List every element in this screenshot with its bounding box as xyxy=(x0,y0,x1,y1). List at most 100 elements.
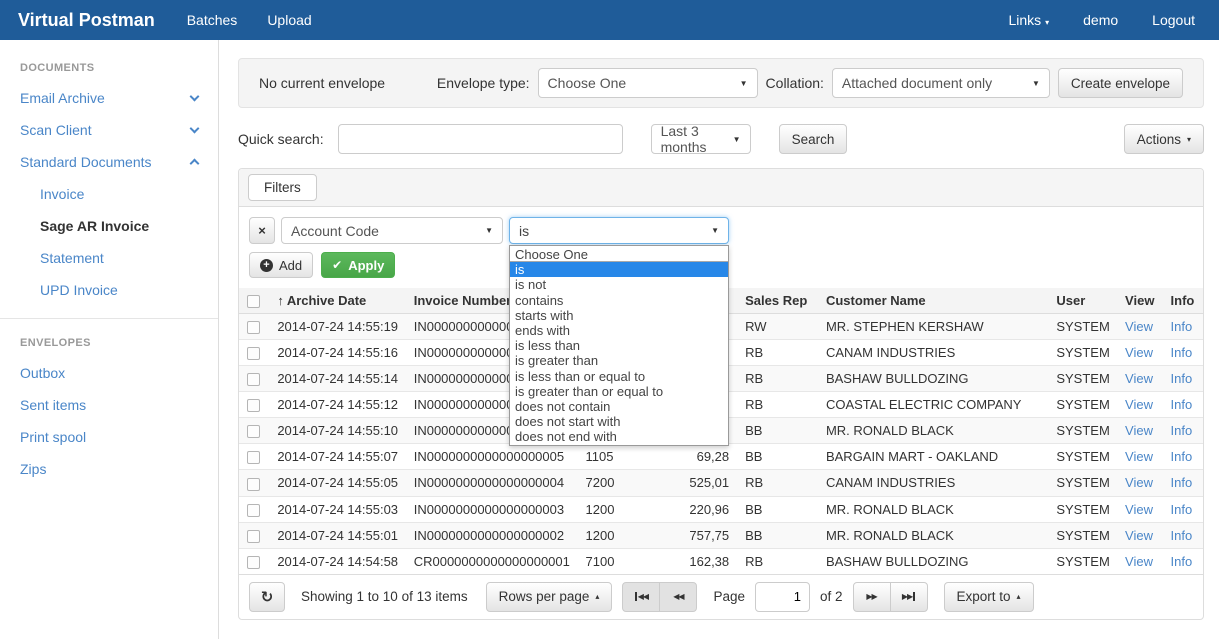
operator-option[interactable]: does not start with xyxy=(510,414,728,429)
cell-total: 525,01 xyxy=(658,470,737,496)
info-link[interactable]: Info xyxy=(1171,371,1193,386)
last-page-button[interactable]: ▶▶ xyxy=(890,582,928,612)
view-link[interactable]: View xyxy=(1125,371,1153,386)
operator-option[interactable]: is less than or equal to xyxy=(510,369,728,384)
row-checkbox[interactable] xyxy=(247,321,260,334)
sidebar-item-standard-documents[interactable]: Standard Documents xyxy=(0,146,218,178)
actions-button[interactable]: Actions ▾ xyxy=(1124,124,1204,154)
row-checkbox[interactable] xyxy=(247,373,260,386)
info-link[interactable]: Info xyxy=(1171,475,1193,490)
row-checkbox[interactable] xyxy=(247,556,260,569)
envelope-type-select[interactable]: Choose One ▼ xyxy=(538,68,758,98)
nav-links-dropdown[interactable]: Links▾ xyxy=(1008,12,1049,28)
operator-option-selected[interactable]: is xyxy=(510,262,728,277)
row-checkbox[interactable] xyxy=(247,504,260,517)
cell-total: 757,75 xyxy=(658,522,737,548)
info-link[interactable]: Info xyxy=(1171,345,1193,360)
sidebar-item-sent-items[interactable]: Sent items xyxy=(0,389,218,421)
period-select[interactable]: Last 3 months ▼ xyxy=(651,124,751,154)
apply-filter-button[interactable]: ✔ Apply xyxy=(321,252,395,278)
operator-option[interactable]: is greater than or equal to xyxy=(510,384,728,399)
row-checkbox[interactable] xyxy=(247,425,260,438)
filters-toggle-button[interactable]: Filters xyxy=(248,174,317,201)
results-panel: Filters × Account Code ▼ is ▼ xyxy=(238,168,1204,620)
info-link[interactable]: Info xyxy=(1171,502,1193,517)
operator-option[interactable]: does not contain xyxy=(510,399,728,414)
rows-per-page-button[interactable]: Rows per page ▴ xyxy=(486,582,613,612)
row-checkbox[interactable] xyxy=(247,399,260,412)
row-checkbox[interactable] xyxy=(247,530,260,543)
add-filter-button[interactable]: + Add xyxy=(249,252,313,278)
row-checkbox[interactable] xyxy=(247,478,260,491)
filter-field-select[interactable]: Account Code ▼ xyxy=(281,217,503,244)
collation-select[interactable]: Attached document only ▼ xyxy=(832,68,1050,98)
sidebar-item-zips[interactable]: Zips xyxy=(0,453,218,485)
create-envelope-button[interactable]: Create envelope xyxy=(1058,68,1183,98)
column-sales-rep[interactable]: Sales Rep xyxy=(737,288,818,314)
operator-option[interactable]: is less than xyxy=(510,338,728,353)
view-link[interactable]: View xyxy=(1125,319,1153,334)
operator-option[interactable]: does not end with xyxy=(510,429,728,444)
operator-option[interactable]: ends with xyxy=(510,323,728,338)
info-link[interactable]: Info xyxy=(1171,554,1193,569)
operator-option[interactable]: Choose One xyxy=(510,247,728,262)
view-link[interactable]: View xyxy=(1125,397,1153,412)
envelope-status: No current envelope xyxy=(259,75,385,91)
view-link[interactable]: View xyxy=(1125,423,1153,438)
column-customer-name[interactable]: Customer Name xyxy=(818,288,1048,314)
remove-filter-button[interactable]: × xyxy=(249,217,275,244)
column-label: Archive Date xyxy=(287,293,366,308)
info-link[interactable]: Info xyxy=(1171,449,1193,464)
filter-operator-select[interactable]: is ▼ xyxy=(509,217,729,244)
operator-option[interactable]: is greater than xyxy=(510,353,728,368)
row-checkbox[interactable] xyxy=(247,347,260,360)
prev-page-button[interactable]: ◀◀ xyxy=(659,582,697,612)
row-checkbox[interactable] xyxy=(247,451,260,464)
search-button[interactable]: Search xyxy=(779,124,848,154)
column-user[interactable]: User xyxy=(1048,288,1117,314)
sidebar-item-email-archive[interactable]: Email Archive xyxy=(0,82,218,114)
sidebar-item-scan-client[interactable]: Scan Client xyxy=(0,114,218,146)
cell-archive-date: 2014-07-24 14:54:58 xyxy=(269,548,405,574)
operator-option[interactable]: starts with xyxy=(510,308,728,323)
view-link[interactable]: View xyxy=(1125,528,1153,543)
view-link[interactable]: View xyxy=(1125,449,1153,464)
nav-logout[interactable]: Logout xyxy=(1152,12,1195,28)
sidebar-item-print-spool[interactable]: Print spool xyxy=(0,421,218,453)
column-info: Info xyxy=(1163,288,1203,314)
refresh-button[interactable]: ↻ xyxy=(249,582,285,612)
sidebar-item-upd-invoice[interactable]: UPD Invoice xyxy=(0,274,218,306)
operator-option[interactable]: contains xyxy=(510,293,728,308)
view-link[interactable]: View xyxy=(1125,345,1153,360)
sidebar-divider xyxy=(0,318,218,319)
info-link[interactable]: Info xyxy=(1171,397,1193,412)
operator-option[interactable]: is not xyxy=(510,277,728,292)
prev-page-icon: ◀◀ xyxy=(673,592,683,601)
sidebar-item-statement[interactable]: Statement xyxy=(0,242,218,274)
next-page-button[interactable]: ▶▶ xyxy=(853,582,891,612)
filter-field-value: Account Code xyxy=(291,223,379,239)
page-number-input[interactable] xyxy=(755,582,810,612)
first-page-icon: ◀◀ xyxy=(635,592,648,601)
filter-form: × Account Code ▼ is ▼ Choose One is xyxy=(239,207,1203,288)
cell-user: SYSTEM xyxy=(1048,314,1117,340)
quick-search-input[interactable] xyxy=(338,124,623,154)
info-link[interactable]: Info xyxy=(1171,528,1193,543)
info-link[interactable]: Info xyxy=(1171,423,1193,438)
close-icon: × xyxy=(258,223,266,238)
info-link[interactable]: Info xyxy=(1171,319,1193,334)
sidebar-item-invoice[interactable]: Invoice xyxy=(0,178,218,210)
sidebar-item-sage-ar-invoice[interactable]: Sage AR Invoice xyxy=(0,210,218,242)
column-archive-date[interactable]: ↑Archive Date xyxy=(269,288,405,314)
nav-batches[interactable]: Batches xyxy=(187,12,238,28)
select-all-checkbox[interactable] xyxy=(247,295,260,308)
first-page-button[interactable]: ◀◀ xyxy=(622,582,660,612)
view-link[interactable]: View xyxy=(1125,475,1153,490)
app-title: Virtual Postman xyxy=(18,10,155,31)
nav-upload[interactable]: Upload xyxy=(267,12,311,28)
view-link[interactable]: View xyxy=(1125,554,1153,569)
nav-user[interactable]: demo xyxy=(1083,12,1118,28)
sidebar-item-outbox[interactable]: Outbox xyxy=(0,357,218,389)
view-link[interactable]: View xyxy=(1125,502,1153,517)
export-button[interactable]: Export to ▴ xyxy=(944,582,1034,612)
